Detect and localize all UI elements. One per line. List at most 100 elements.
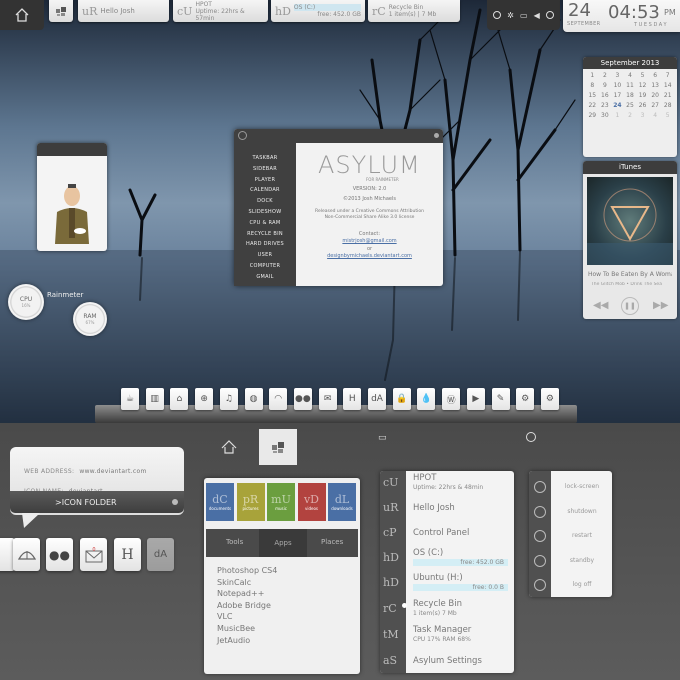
drive-row[interactable]: hD OS (C:) free: 452.0 GB xyxy=(380,546,514,570)
dock-icon-globe[interactable]: ◍ xyxy=(244,388,263,410)
asylum-menu-item[interactable]: SLIDESHOW xyxy=(234,207,296,218)
asylum-menu-item[interactable]: TASKBAR xyxy=(234,153,296,164)
dock-icon-disk[interactable]: ⊕ xyxy=(195,388,214,410)
drive-row[interactable]: cU HPOT Uptime: 22hrs & 48min xyxy=(380,471,514,495)
calendar-day[interactable]: 30 xyxy=(599,112,612,119)
asylum-menu-item[interactable]: HARD DRIVES xyxy=(234,239,296,250)
tile-pictures[interactable]: pR pictures xyxy=(236,483,265,521)
tile-downloads[interactable]: dL downloads xyxy=(328,483,356,521)
calendar-day[interactable]: 14 xyxy=(661,82,674,89)
calendar-day[interactable]: 10 xyxy=(611,82,624,89)
tab-tools[interactable]: Tools xyxy=(226,538,243,546)
calendar-day[interactable]: 24 xyxy=(611,102,624,109)
avatar[interactable] xyxy=(37,156,107,251)
asylum-menu-item[interactable]: SIDEBAR xyxy=(234,164,296,175)
program-item[interactable]: JetAudio xyxy=(217,635,277,647)
tile-music[interactable]: mU music xyxy=(267,483,295,521)
dock-icon-lock[interactable]: 🔒 xyxy=(392,388,411,410)
calendar-day[interactable]: 9 xyxy=(599,82,612,89)
pause-button[interactable]: ❚❚ xyxy=(621,297,639,315)
dock-icon-music[interactable]: ♫ xyxy=(219,388,238,410)
calendar-day[interactable]: 1 xyxy=(611,112,624,119)
asylum-menu-item[interactable]: RECYCLE BIN xyxy=(234,229,296,240)
power-item-lock-screen[interactable]: lock-screen xyxy=(552,483,612,490)
calendar-day[interactable]: 12 xyxy=(636,82,649,89)
calendar-day[interactable]: 3 xyxy=(611,72,624,79)
dock-icon-coffee[interactable]: ☕ xyxy=(121,388,139,410)
asylum-menu-item[interactable]: PLAYER xyxy=(234,175,296,186)
dock-icon-settings[interactable]: ⚙ xyxy=(540,388,559,410)
calendar-day[interactable]: 21 xyxy=(661,92,674,99)
dock-icon-mail[interactable]: ✉ xyxy=(318,388,337,410)
power-item-log-off[interactable]: log off xyxy=(552,581,612,588)
calendar-day[interactable]: 4 xyxy=(649,112,662,119)
calendar-day[interactable]: 2 xyxy=(624,112,637,119)
next-icon[interactable]: ▶▶ xyxy=(653,300,668,311)
dock-icon-dA[interactable]: dA xyxy=(368,388,386,410)
home-tab[interactable] xyxy=(207,429,250,465)
dock-icon-twitter[interactable]: ✎ xyxy=(491,388,510,410)
dock-icon-deviantart[interactable]: dA xyxy=(147,538,174,571)
monitor-icon[interactable]: ▭ xyxy=(520,11,528,20)
calendar-day[interactable]: 11 xyxy=(624,82,637,89)
dock-icon-H[interactable]: H xyxy=(343,388,362,410)
calendar-day[interactable]: 22 xyxy=(586,102,599,109)
dock-icon-flickr[interactable]: ●● xyxy=(293,388,312,410)
calendar-day[interactable]: 7 xyxy=(661,72,674,79)
drive-row[interactable]: tM Task Manager CPU 17% RAM 68% xyxy=(380,623,514,647)
calendar-day[interactable]: 26 xyxy=(636,102,649,109)
dock-icon-flickr[interactable]: ●● xyxy=(46,538,73,571)
tile-documents[interactable]: dC documents xyxy=(206,483,234,521)
power-icon[interactable] xyxy=(526,432,536,442)
dock-icon-h[interactable]: H xyxy=(114,538,141,571)
asylum-menu-item[interactable]: GMAIL xyxy=(234,272,296,283)
topbar-drive-c[interactable]: hD OS (C:) free: 452.0 GB xyxy=(271,0,365,22)
program-item[interactable]: Photoshop CS4 xyxy=(217,565,277,577)
power-item-standby[interactable]: standby xyxy=(552,557,612,564)
dock-icon-trash[interactable]: ◠ xyxy=(269,388,288,410)
power-item-restart[interactable]: restart xyxy=(552,532,612,539)
dock-icon-drop[interactable]: 💧 xyxy=(417,388,436,410)
calendar-day[interactable]: 3 xyxy=(636,112,649,119)
dock-icon-steam[interactable]: ⚙ xyxy=(516,388,535,410)
calendar-day[interactable]: 25 xyxy=(624,102,637,109)
asylum-menu-item[interactable]: USER xyxy=(234,250,296,261)
tiles-button[interactable] xyxy=(49,0,73,22)
topbar-recycle[interactable]: rC Recycle Bin 1 item(s) | 7 Mb xyxy=(368,0,460,22)
calendar-day[interactable]: 19 xyxy=(636,92,649,99)
volume-icon[interactable]: ◀ xyxy=(534,11,540,20)
asylum-email-link[interactable]: mistrjosh@gmail.com xyxy=(296,238,443,244)
dock-icon-folder[interactable]: ▥ xyxy=(145,388,164,410)
calendar-day[interactable]: 13 xyxy=(649,82,662,89)
home-button[interactable] xyxy=(0,0,44,30)
previous-icon[interactable]: ◀◀ xyxy=(593,300,608,311)
calendar-day[interactable]: 8 xyxy=(586,82,599,89)
calendar-day[interactable]: 28 xyxy=(661,102,674,109)
tiles-tab[interactable] xyxy=(259,429,297,465)
asylum-menu-item[interactable]: COMPUTER xyxy=(234,261,296,272)
calendar-day[interactable]: 27 xyxy=(649,102,662,109)
calendar-day[interactable]: 20 xyxy=(649,92,662,99)
calendar-day[interactable]: 17 xyxy=(611,92,624,99)
program-item[interactable]: VLC xyxy=(217,611,277,623)
topbar-user[interactable]: uR Hello Josh xyxy=(78,0,169,22)
program-item[interactable]: MusicBee xyxy=(217,623,277,635)
calendar-day[interactable]: 23 xyxy=(599,102,612,109)
dock-icon-mail[interactable]: 0 xyxy=(80,538,107,571)
power-item-shutdown[interactable]: shutdown xyxy=(552,508,612,515)
calendar-day[interactable]: 29 xyxy=(586,112,599,119)
power-icon[interactable] xyxy=(545,11,554,19)
program-item[interactable]: SkinCalc xyxy=(217,577,277,589)
drive-row[interactable]: aS Asylum Settings xyxy=(380,649,514,673)
icon-folder-button[interactable]: >ICON FOLDER xyxy=(10,491,184,513)
calendar-day[interactable]: 18 xyxy=(624,92,637,99)
tab-places[interactable]: Places xyxy=(321,538,343,546)
topbar-uptime[interactable]: cU HPOT Uptime: 22hrs & 57min xyxy=(173,0,268,22)
asylum-site-link[interactable]: designbymichaels.deviantart.com xyxy=(296,253,443,259)
calendar-day[interactable]: 5 xyxy=(636,72,649,79)
drive-row[interactable]: cP Control Panel xyxy=(380,521,514,545)
dock-icon-wordpress[interactable]: Ⓦ xyxy=(442,388,461,410)
monitor-icon[interactable]: ▭ xyxy=(378,433,387,443)
calendar-day[interactable]: 6 xyxy=(649,72,662,79)
drive-row[interactable]: hD Ubuntu (H:) free: 0.0 B xyxy=(380,571,514,595)
